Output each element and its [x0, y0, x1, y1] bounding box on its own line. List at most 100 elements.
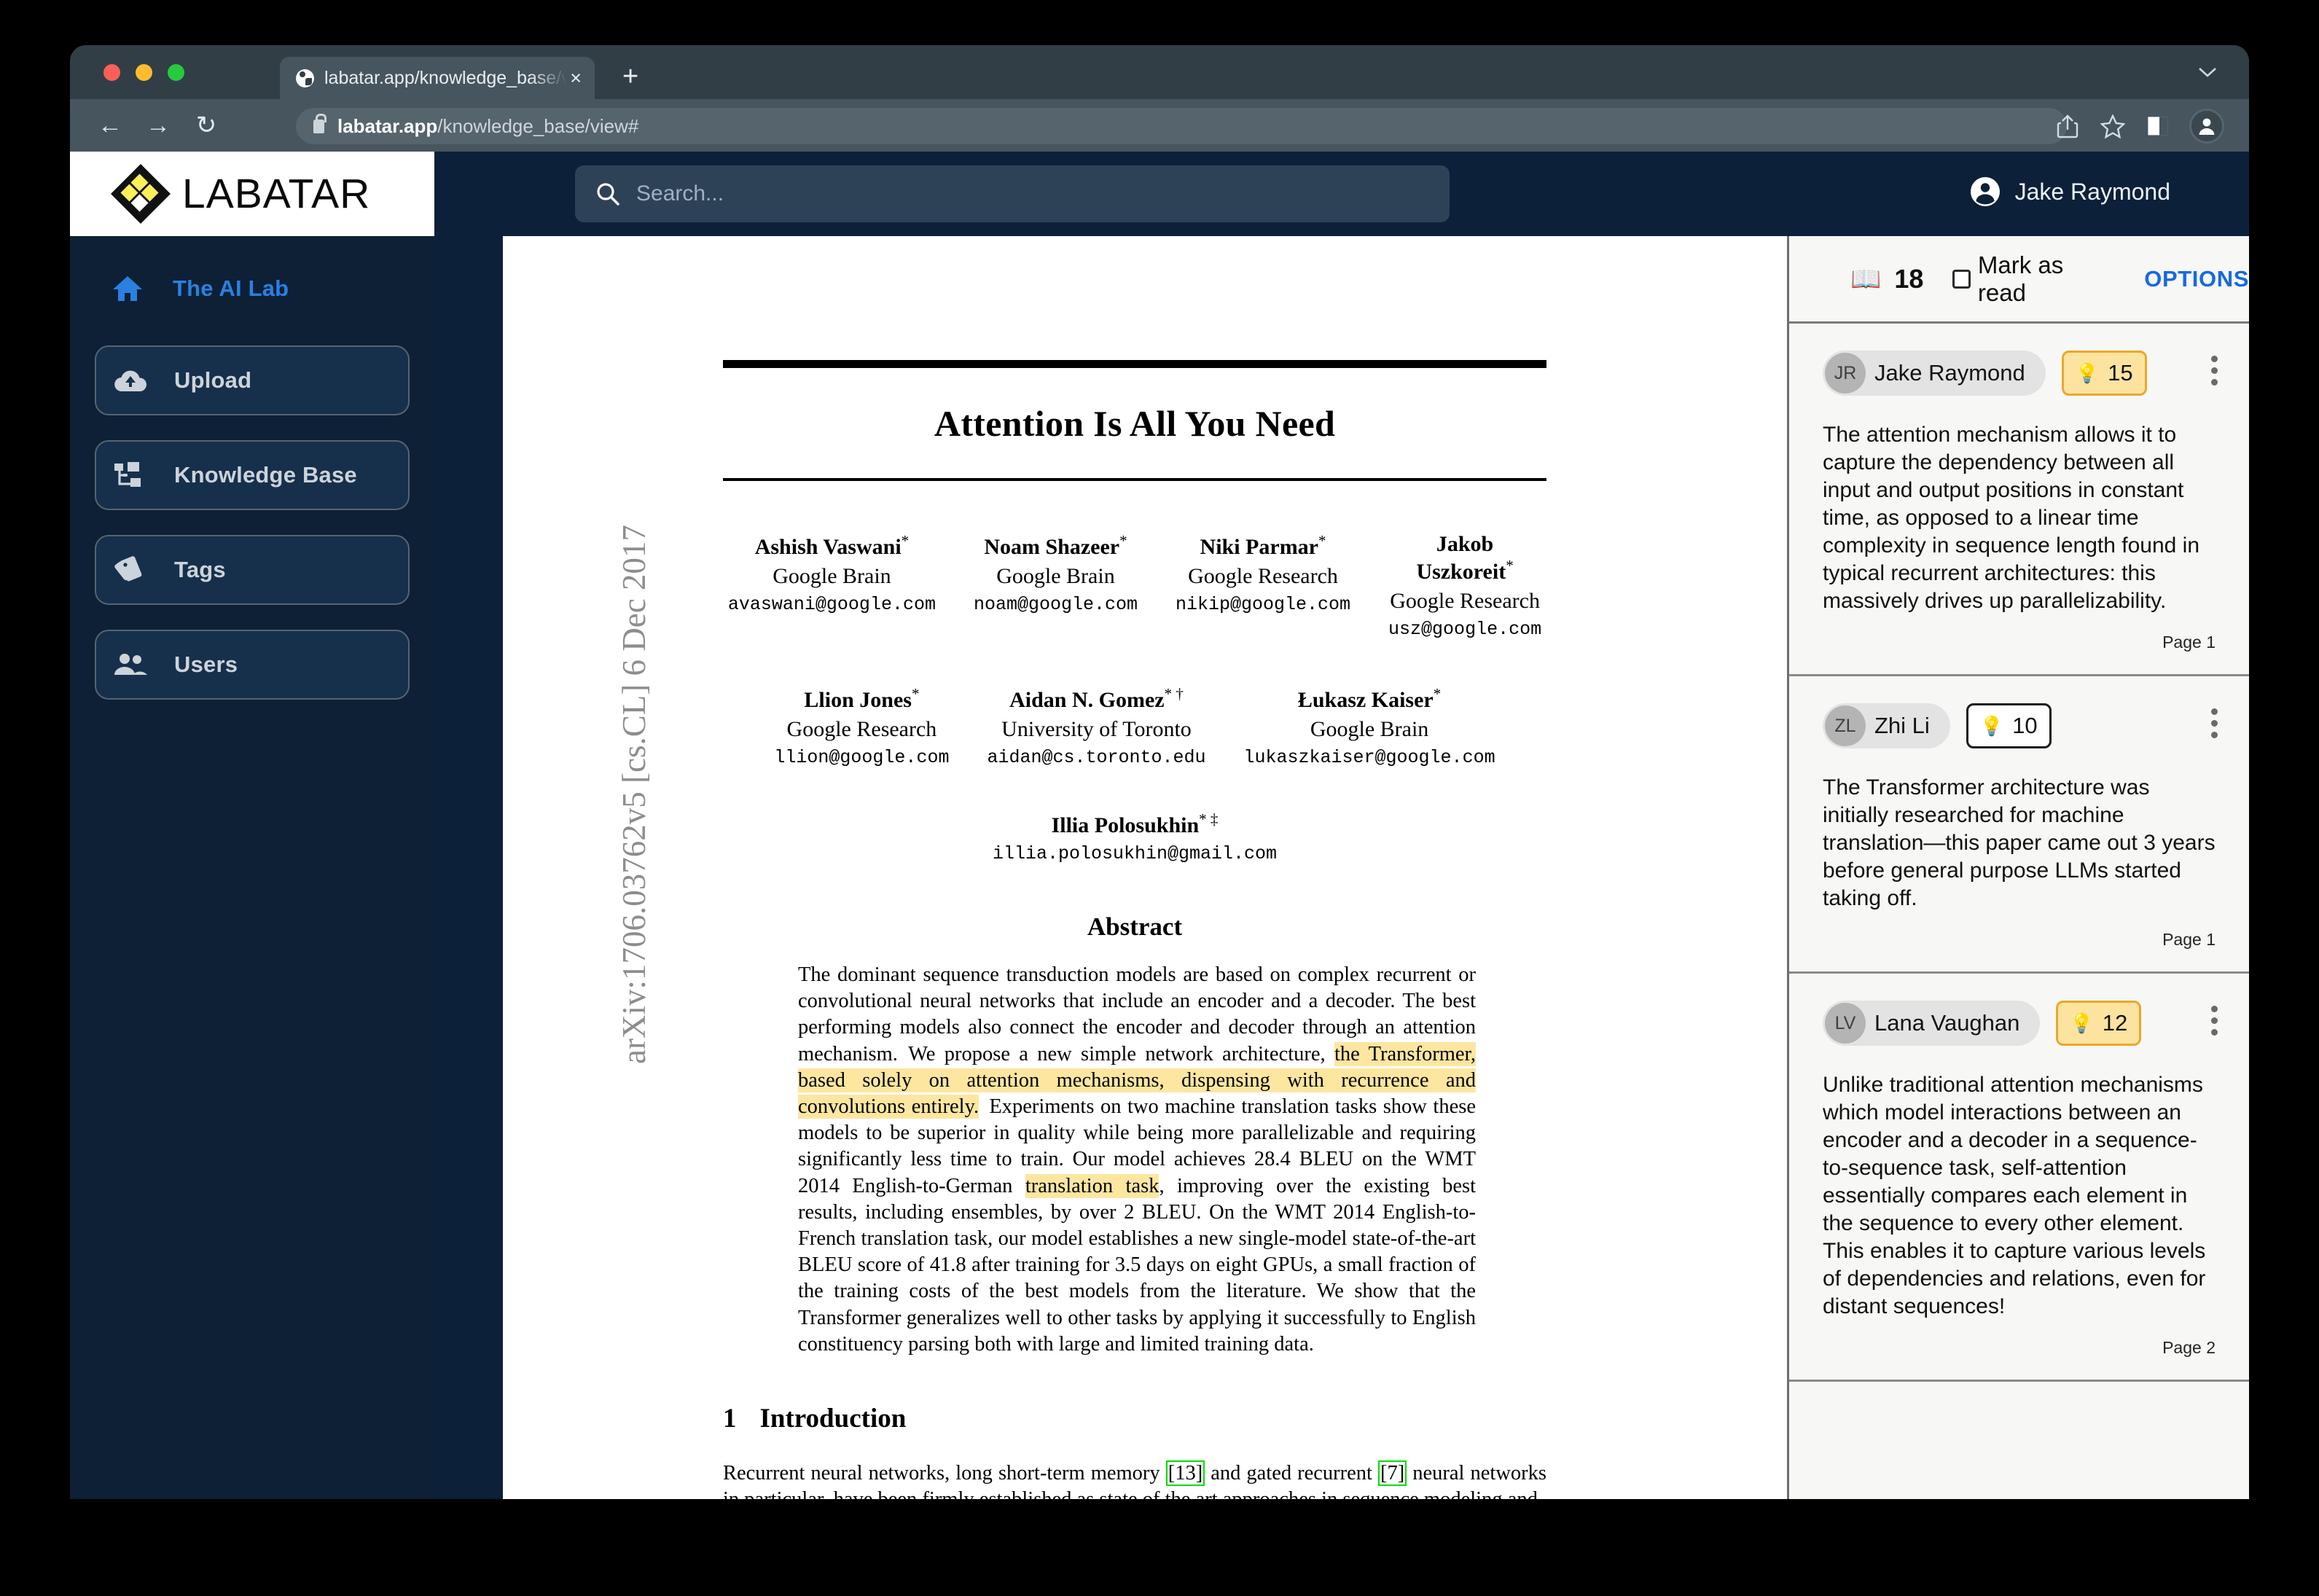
author-block: Niki Parmar* Google Research nikip@googl…: [1157, 532, 1369, 640]
side-panel-icon[interactable]: [2135, 106, 2181, 146]
options-button[interactable]: OPTIONS: [2144, 266, 2249, 292]
labatar-diamond-logo-icon: [111, 164, 171, 224]
share-icon[interactable]: [2045, 106, 2090, 146]
avatar: ZL: [1825, 705, 1866, 746]
search-input[interactable]: Search...: [575, 165, 1450, 222]
sidebar-nav: The AI Lab Upload: [70, 236, 434, 700]
window-maximize-button[interactable]: [168, 64, 184, 81]
sidebar-item-label: Knowledge Base: [174, 462, 357, 488]
paper-page: Attention Is All You Need Ashish Vaswani…: [723, 236, 1714, 1499]
comment-author-name: Jake Raymond: [1874, 360, 2025, 386]
home-icon: [112, 270, 154, 307]
window-minimize-button[interactable]: [136, 64, 152, 81]
highlight-translation-task[interactable]: translation task: [1025, 1174, 1160, 1198]
introduction-heading: 1Introduction: [723, 1403, 1546, 1434]
author-name: Noam Shazeer*: [974, 532, 1138, 560]
citation-link-13[interactable]: [13]: [1166, 1460, 1205, 1486]
kebab-menu-icon[interactable]: [2210, 708, 2218, 738]
comment-vote-badge[interactable]: 💡 15: [2062, 351, 2147, 396]
author-email: aidan@cs.toronto.edu: [987, 747, 1205, 768]
introduction-text: Recurrent neural networks, long short-te…: [723, 1460, 1546, 1499]
comment-card[interactable]: JR Jake Raymond 💡 15 The attention mecha…: [1789, 324, 2249, 676]
comment-page-ref: Page 2: [1823, 1338, 2216, 1358]
comment-page-ref: Page 1: [1823, 930, 2216, 950]
comment-header: LV Lana Vaughan 💡 12: [1823, 997, 2216, 1049]
comment-card[interactable]: LV Lana Vaughan 💡 12 Unlike traditional …: [1789, 974, 2249, 1382]
sidebar-item-label: The AI Lab: [173, 275, 289, 302]
tags-icon: [113, 552, 155, 588]
sidebar-item-tags[interactable]: Tags: [95, 535, 410, 605]
comment-author-chip[interactable]: LV Lana Vaughan: [1823, 1001, 2040, 1046]
author-email: nikip@google.com: [1176, 594, 1350, 615]
sidebar-item-knowledge-base[interactable]: Knowledge Base: [95, 440, 410, 510]
author-affiliation: Google Research: [1388, 589, 1541, 614]
address-bar-url: labatar.app/knowledge_base/view#: [337, 115, 638, 138]
mark-as-read-label: Mark as read: [1978, 251, 2108, 307]
comment-body: The attention mechanism allows it to cap…: [1823, 421, 2216, 615]
browser-tab-strip: labatar.app/knowledge_base/view × +: [70, 45, 2249, 99]
url-host: labatar.app: [337, 115, 437, 137]
chevron-down-icon[interactable]: [2198, 67, 2214, 76]
document-viewer[interactable]: arXiv:1706.03762v5 [cs.CL] 6 Dec 2017 At…: [503, 236, 1787, 1499]
kebab-menu-icon[interactable]: [2210, 1006, 2218, 1036]
address-bar[interactable]: labatar.app/knowledge_base/view#: [296, 108, 2067, 144]
abstract-text: The dominant sequence transduction model…: [798, 962, 1476, 1358]
comment-vote-badge[interactable]: 💡 12: [2056, 1001, 2141, 1046]
window-close-button[interactable]: [103, 64, 120, 81]
author-affiliation: Google Brain: [728, 564, 936, 589]
author-block: Noam Shazeer* Google Brain noam@google.c…: [955, 532, 1157, 640]
author-row: Ashish Vaswani* Google Brain avaswani@go…: [723, 532, 1546, 640]
toolbar-actions: [2045, 106, 2224, 146]
comment-vote-count: 10: [2012, 713, 2037, 739]
author-affiliation: University of Toronto: [987, 717, 1205, 742]
globe-icon: [296, 69, 314, 87]
intro-part-2: and gated recurrent: [1205, 1462, 1378, 1484]
header-user-menu[interactable]: Jake Raymond: [1970, 176, 2170, 207]
browser-toolbar: ← → ↻ labatar.app/knowledge_base/view#: [70, 99, 2249, 152]
back-button[interactable]: ←: [93, 113, 127, 138]
checkbox-icon[interactable]: [1952, 270, 1971, 289]
author-affiliation: Google Brain: [1244, 717, 1495, 742]
search-placeholder: Search...: [636, 181, 724, 206]
author-affiliation: Google Research: [1176, 564, 1350, 589]
arxiv-stamp: arXiv:1706.03762v5 [cs.CL] 6 Dec 2017: [615, 474, 653, 1115]
author-email: illia.polosukhin@gmail.com: [993, 843, 1277, 864]
comment-author-name: Lana Vaughan: [1874, 1010, 2019, 1036]
browser-profile-avatar[interactable]: [2189, 109, 2224, 144]
title-rule-bottom: [723, 478, 1546, 481]
comment-body: Unlike traditional attention mechanisms …: [1823, 1071, 2216, 1321]
comment-vote-badge[interactable]: 💡 10: [1966, 703, 2052, 748]
author-email: noam@google.com: [974, 594, 1138, 615]
mark-as-read-toggle[interactable]: Mark as read: [1952, 251, 2108, 307]
url-path: /knowledge_base/view#: [437, 115, 638, 137]
hierarchy-icon: [113, 457, 155, 493]
kebab-menu-icon[interactable]: [2210, 356, 2218, 386]
author-affiliation: Google Research: [774, 717, 949, 742]
header-user-name: Jake Raymond: [2015, 179, 2170, 206]
page-count: 18: [1894, 264, 1923, 294]
comment-card[interactable]: ZL Zhi Li 💡 10 The Transformer architect…: [1789, 676, 2249, 974]
comment-author-chip[interactable]: ZL Zhi Li: [1823, 703, 1950, 748]
author-name: Aidan N. Gomez* †: [987, 685, 1205, 713]
author-name: Illia Polosukhin* ‡: [993, 810, 1277, 838]
section-number: 1: [723, 1404, 737, 1433]
close-icon[interactable]: ×: [567, 69, 584, 88]
new-tab-button[interactable]: +: [622, 64, 638, 89]
comment-author-name: Zhi Li: [1874, 713, 1930, 739]
sidebar-item-the-ai-lab[interactable]: The AI Lab: [95, 258, 410, 319]
star-icon[interactable]: [2090, 106, 2135, 146]
account-circle-icon: [1970, 176, 2001, 207]
reload-button[interactable]: ↻: [189, 113, 223, 138]
avatar: JR: [1825, 353, 1866, 394]
brand-logo[interactable]: LABATAR: [70, 152, 434, 236]
avatar: LV: [1825, 1003, 1866, 1044]
browser-window: labatar.app/knowledge_base/view × + ← → …: [70, 45, 2249, 1499]
browser-tab[interactable]: labatar.app/knowledge_base/view ×: [280, 57, 595, 99]
sidebar-item-users[interactable]: Users: [95, 630, 410, 700]
forward-button[interactable]: →: [141, 113, 175, 138]
author-email: lukaszkaiser@google.com: [1244, 747, 1495, 768]
comment-author-chip[interactable]: JR Jake Raymond: [1823, 351, 2046, 396]
sidebar-item-upload[interactable]: Upload: [95, 345, 410, 415]
citation-link-7[interactable]: [7]: [1378, 1460, 1407, 1486]
app-header: Search... Jake Raymond: [434, 152, 2249, 236]
